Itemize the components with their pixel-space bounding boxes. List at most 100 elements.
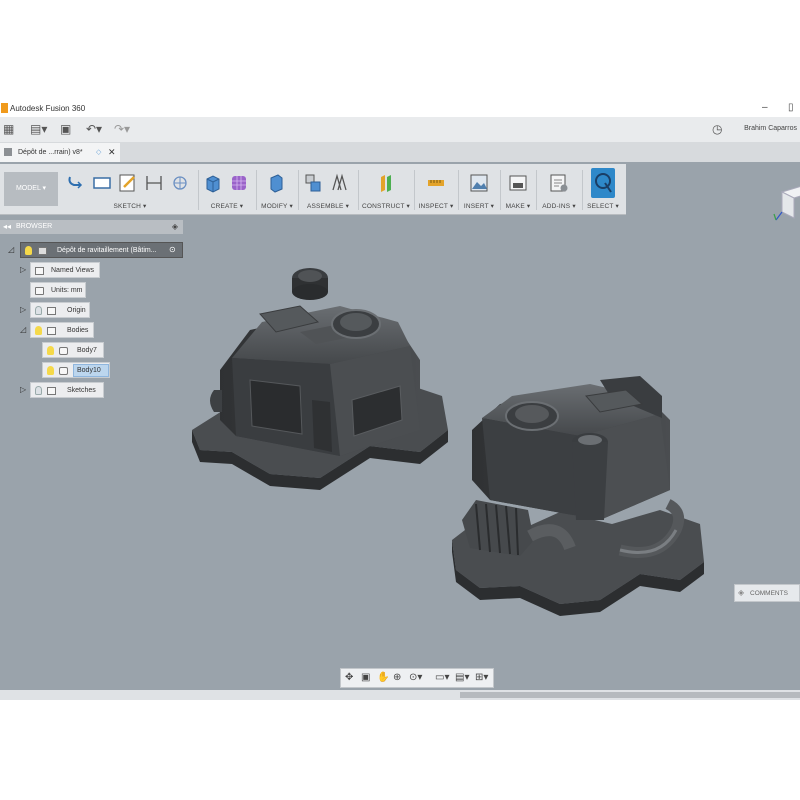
units-node[interactable]: Units: mm bbox=[30, 282, 86, 298]
undo-icon[interactable]: ↶▾ bbox=[86, 123, 102, 135]
look-at-icon[interactable]: ▣ bbox=[361, 672, 370, 684]
tree-row-units[interactable]: Units: mm bbox=[0, 282, 183, 298]
body7-node[interactable]: Body7 bbox=[42, 342, 104, 358]
sketches-node[interactable]: Sketches bbox=[30, 382, 104, 398]
modify-group[interactable]: MODIFY ▾ bbox=[258, 168, 299, 212]
bodies-node[interactable]: Bodies bbox=[30, 322, 94, 338]
insert-group-label: INSERT ▾ bbox=[463, 203, 495, 210]
redo-icon[interactable]: ↷▾ bbox=[114, 123, 130, 135]
expand-triangle-icon[interactable]: ▷ bbox=[20, 385, 26, 394]
new-component-icon[interactable] bbox=[303, 172, 323, 194]
offset-plane-icon[interactable] bbox=[376, 172, 396, 194]
view-cube[interactable] bbox=[772, 184, 800, 224]
measure-icon[interactable] bbox=[426, 172, 446, 194]
close-icon[interactable]: ✕ bbox=[108, 147, 116, 158]
rectangle-icon[interactable] bbox=[92, 172, 112, 194]
sketch-group[interactable]: SKETCH ▾ bbox=[64, 168, 199, 212]
make-group[interactable]: MAKE ▾ bbox=[502, 168, 537, 212]
tree-row-body7[interactable]: Body7 bbox=[0, 342, 183, 358]
constraint-icon[interactable] bbox=[170, 172, 190, 194]
modify-group-label: MODIFY ▾ bbox=[261, 203, 293, 210]
tree-row-root[interactable]: ◿ Dépôt de ravitaillement (Bâtim... ⊙ bbox=[0, 242, 183, 258]
collapse-triangle-icon[interactable]: ◿ bbox=[20, 325, 26, 334]
expand-triangle-icon[interactable]: ▷ bbox=[20, 305, 26, 314]
collapse-triangle-icon[interactable]: ◿ bbox=[8, 245, 14, 254]
origin-node[interactable]: Origin bbox=[30, 302, 90, 318]
radio-icon[interactable]: ⊙ bbox=[169, 245, 176, 254]
assemble-group[interactable]: ASSEMBLE ▾ bbox=[300, 168, 359, 212]
pin-icon[interactable]: ◈ bbox=[172, 222, 178, 231]
collapse-browser-icon[interactable]: ◂◂ bbox=[3, 222, 11, 231]
window-title: Autodesk Fusion 360 bbox=[10, 104, 86, 113]
model-body7[interactable] bbox=[192, 268, 448, 490]
timeline-scrollbar[interactable] bbox=[460, 692, 800, 698]
visibility-bulb-icon[interactable] bbox=[35, 386, 42, 395]
sketch-edit-icon[interactable] bbox=[118, 172, 138, 194]
fit-icon[interactable]: ⊙▾ bbox=[409, 672, 422, 684]
tree-row-sketches[interactable]: ▷ Sketches bbox=[0, 382, 183, 398]
select-group[interactable]: SELECT ▾ bbox=[584, 168, 622, 212]
named-views-node[interactable]: Named Views bbox=[30, 262, 100, 278]
restore-button[interactable]: ▯ bbox=[788, 102, 794, 113]
insert-image-icon[interactable] bbox=[469, 172, 489, 194]
clock-icon[interactable]: ◷ bbox=[712, 123, 722, 135]
folder-icon bbox=[47, 387, 56, 395]
dimension-icon[interactable] bbox=[144, 172, 164, 194]
assemble-group-label: ASSEMBLE ▾ bbox=[306, 203, 350, 210]
create-sketch-icon[interactable] bbox=[66, 172, 86, 194]
create-group-label: CREATE ▾ bbox=[210, 203, 244, 210]
tree-row-named-views[interactable]: ▷ Named Views bbox=[0, 262, 183, 278]
press-pull-icon[interactable] bbox=[266, 172, 286, 194]
folder-icon bbox=[47, 327, 56, 335]
insert-group[interactable]: INSERT ▾ bbox=[460, 168, 501, 212]
select-icon[interactable] bbox=[591, 168, 615, 198]
origin-label: Origin bbox=[67, 307, 86, 314]
title-bar: Autodesk Fusion 360 – ▯ bbox=[0, 100, 800, 117]
visual-style-icon[interactable]: ▤▾ bbox=[455, 672, 469, 684]
tree-row-bodies[interactable]: ◿ Bodies bbox=[0, 322, 183, 338]
construct-group-label: CONSTRUCT ▾ bbox=[362, 203, 410, 210]
body10-node[interactable]: Body10 bbox=[42, 362, 110, 378]
document-tab-bar: Dépôt de ...rrain) v8* ◇ ✕ bbox=[0, 142, 800, 162]
scripts-icon[interactable] bbox=[549, 172, 569, 194]
inspect-group[interactable]: INSPECT ▾ bbox=[416, 168, 459, 212]
joint-icon[interactable] bbox=[329, 172, 349, 194]
zoom-icon[interactable]: ⊕ bbox=[393, 672, 401, 684]
visibility-bulb-icon[interactable] bbox=[35, 326, 42, 335]
visibility-bulb-icon[interactable] bbox=[47, 366, 54, 375]
workspace-switcher[interactable]: MODEL ▾ bbox=[4, 172, 58, 206]
document-tab[interactable]: Dépôt de ...rrain) v8* ◇ ✕ bbox=[0, 143, 120, 162]
create-group[interactable]: CREATE ▾ bbox=[200, 168, 257, 212]
grid-icon[interactable]: ⊞▾ bbox=[475, 672, 488, 684]
grid-menu-icon[interactable]: ▦ bbox=[3, 123, 14, 135]
visibility-bulb-icon[interactable] bbox=[47, 346, 54, 355]
orbit-icon[interactable]: ✥ bbox=[345, 672, 353, 684]
add-ins-group-label: ADD-INS ▾ bbox=[542, 203, 576, 210]
expand-triangle-icon[interactable]: ▷ bbox=[20, 265, 26, 274]
expand-comments-icon[interactable]: ◈ bbox=[738, 588, 744, 597]
add-ins-group[interactable]: ADD-INS ▾ bbox=[538, 168, 583, 212]
root-node[interactable]: Dépôt de ravitaillement (Bâtim... ⊙ bbox=[20, 242, 183, 258]
tree-row-body10[interactable]: Body10 bbox=[0, 362, 183, 378]
save-icon[interactable]: ▣ bbox=[60, 123, 71, 135]
model-body10[interactable] bbox=[452, 376, 704, 616]
document-icon bbox=[35, 287, 44, 295]
minimize-button[interactable]: – bbox=[762, 102, 768, 113]
visibility-bulb-icon[interactable] bbox=[35, 306, 42, 315]
pan-icon[interactable]: ✋ bbox=[377, 672, 389, 684]
display-settings-icon[interactable]: ▭▾ bbox=[435, 672, 449, 684]
3d-print-icon[interactable] bbox=[508, 172, 528, 194]
select-group-label: SELECT ▾ bbox=[587, 203, 619, 210]
comments-panel[interactable]: ◈ COMMENTS bbox=[734, 584, 800, 602]
file-icon[interactable]: ▤▾ bbox=[30, 123, 47, 135]
construct-group[interactable]: CONSTRUCT ▾ bbox=[360, 168, 415, 212]
tree-row-origin[interactable]: ▷ Origin bbox=[0, 302, 183, 318]
visibility-bulb-icon[interactable] bbox=[25, 246, 32, 255]
user-name[interactable]: Brahim Caparros bbox=[744, 125, 797, 132]
form-icon[interactable] bbox=[229, 172, 249, 194]
make-group-label: MAKE ▾ bbox=[505, 203, 531, 210]
browser-header[interactable]: ◂◂ BROWSER ◈ bbox=[0, 220, 183, 234]
root-node-label: Dépôt de ravitaillement (Bâtim... bbox=[57, 247, 157, 254]
body-icon bbox=[59, 347, 68, 355]
box-icon[interactable] bbox=[203, 172, 223, 194]
